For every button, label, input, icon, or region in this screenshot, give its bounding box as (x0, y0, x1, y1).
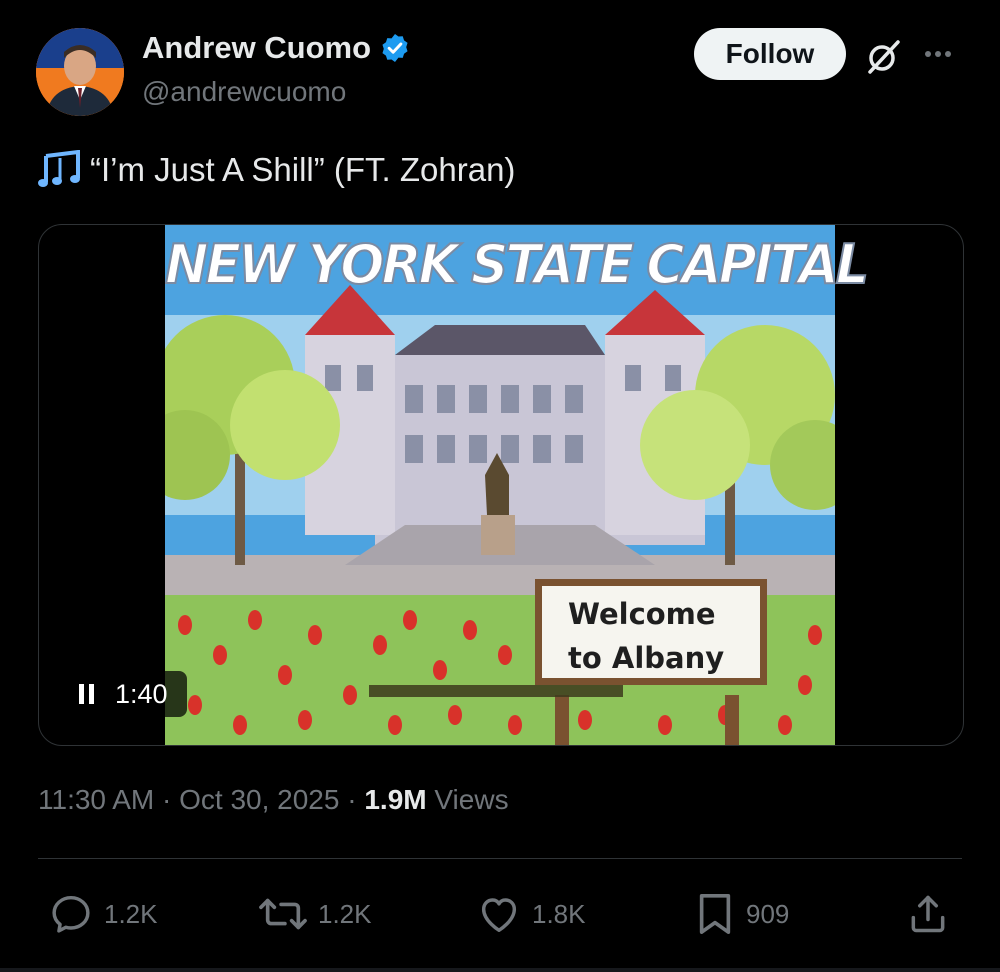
repost-button[interactable]: 1.2K (258, 890, 372, 938)
bookmark-icon (699, 894, 731, 934)
post-text-content: “I’m Just A Shill” (FT. Zohran) (90, 151, 516, 188)
post-text: “I’m Just A Shill” (FT. Zohran) (38, 149, 516, 190)
video-duration: 1:40 (115, 678, 168, 709)
welcome-sign-line2: to Albany (568, 641, 725, 675)
post-meta: 11:30 AM · Oct 30, 2025 · 1.9M Views (38, 784, 509, 816)
reply-button[interactable]: 1.2K (48, 890, 158, 938)
more-dots-icon[interactable] (918, 36, 958, 76)
bookmark-count: 909 (746, 898, 790, 929)
divider (38, 858, 962, 859)
verified-badge-icon[interactable] (379, 32, 411, 64)
views-label: Views (434, 784, 509, 815)
pause-icon[interactable] (77, 683, 97, 705)
heart-icon (481, 898, 517, 933)
slashed-circle-icon[interactable] (864, 36, 904, 76)
follow-button[interactable]: Follow (694, 28, 846, 80)
video-frame-title: NEW YORK STATE CAPITAL (164, 233, 870, 298)
video-caption-strip (369, 685, 623, 697)
meta-separator: · (347, 784, 357, 815)
meta-separator: · (162, 784, 172, 815)
author-avatar[interactable] (36, 28, 124, 116)
post-date[interactable]: Oct 30, 2025 (179, 784, 339, 815)
bookmark-button[interactable]: 909 (694, 890, 789, 938)
bottom-rule (0, 968, 1000, 972)
repost-count: 1.2K (318, 898, 372, 929)
reply-icon (52, 895, 90, 933)
like-count: 1.8K (532, 898, 586, 929)
like-button[interactable]: 1.8K (476, 890, 586, 938)
views-count: 1.9M (364, 784, 427, 815)
author-name[interactable]: Andrew Cuomo (142, 30, 411, 66)
author-handle[interactable]: @andrewcuomo (142, 76, 346, 108)
repost-icon (259, 898, 307, 930)
share-icon (911, 895, 945, 933)
share-button[interactable] (906, 890, 960, 938)
post-time[interactable]: 11:30 AM (38, 784, 154, 815)
playback-control[interactable]: 1:40 (59, 671, 187, 717)
reply-count: 1.2K (104, 898, 158, 929)
video-player[interactable]: NEW YORK STATE CAPITAL Welcome to Albany… (38, 224, 964, 746)
author-name-text[interactable]: Andrew Cuomo (142, 30, 371, 66)
welcome-sign-line1: Welcome (568, 597, 716, 631)
musical-notes-icon (38, 149, 86, 190)
welcome-sign: Welcome to Albany (535, 579, 767, 685)
